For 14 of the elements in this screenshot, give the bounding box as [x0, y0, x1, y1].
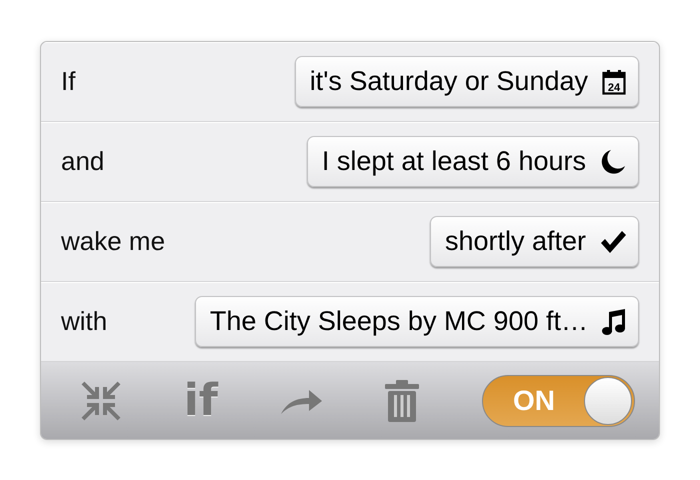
rule-label: with — [61, 306, 108, 337]
music-note-icon — [602, 308, 626, 334]
condition-button[interactable]: shortly after — [430, 216, 639, 267]
rule-label: and — [61, 146, 104, 177]
check-icon — [600, 230, 626, 254]
calendar-icon: 24 — [602, 68, 626, 94]
condition-button[interactable]: I slept at least 6 hours — [306, 136, 639, 187]
trash-icon[interactable] — [385, 380, 420, 422]
condition-button[interactable]: The City Sleeps by MC 900 ft… — [194, 296, 639, 347]
collapse-icon[interactable] — [81, 380, 121, 420]
moon-icon — [600, 148, 626, 174]
rule-label: If — [61, 66, 76, 97]
rule-label: wake me — [61, 226, 166, 257]
condition-button[interactable]: it's Saturday or Sunday 24 — [294, 56, 639, 107]
